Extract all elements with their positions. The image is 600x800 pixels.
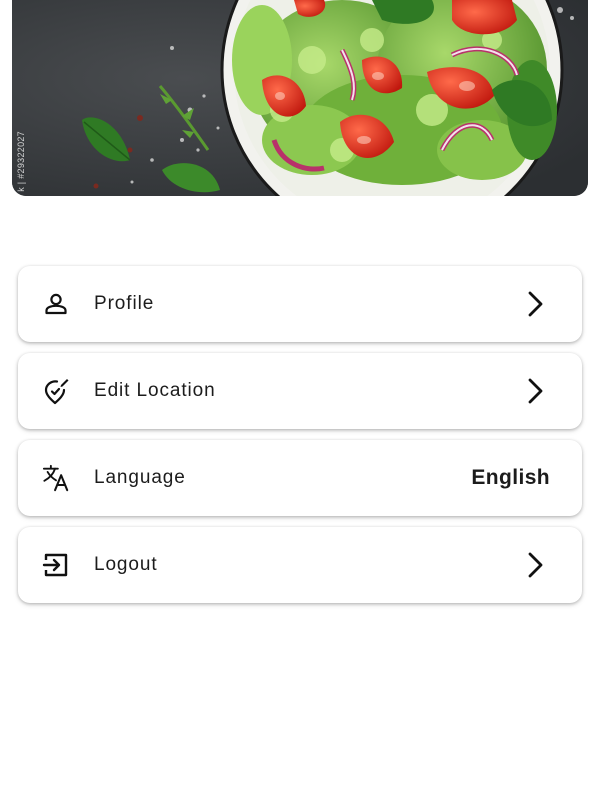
menu-item-label: Edit Location [94,380,216,401]
translate-icon [42,464,70,492]
chevron-right-icon [526,290,546,318]
person-icon [42,290,70,318]
header-banner-image: k | #29322027 [12,0,588,196]
menu-item-label: Language [94,467,186,488]
menu-item-profile[interactable]: Profile [18,266,582,342]
chevron-right-icon [526,551,546,579]
language-value: English [471,466,550,489]
settings-page: k | #29322027 Profile Edit Location Lang… [0,0,600,800]
menu-item-edit-location[interactable]: Edit Location [18,353,582,429]
menu-item-language[interactable]: Language English [18,440,582,516]
chevron-right-icon [526,377,546,405]
location-edit-icon [42,377,70,405]
menu-item-logout[interactable]: Logout [18,527,582,603]
settings-menu: Profile Edit Location Language English L… [18,266,582,614]
menu-item-label: Profile [94,293,155,314]
salad-bowl-illustration [12,0,588,196]
stock-watermark: k | #29322027 [16,131,26,192]
menu-item-label: Logout [94,554,158,575]
logout-icon [42,551,70,579]
